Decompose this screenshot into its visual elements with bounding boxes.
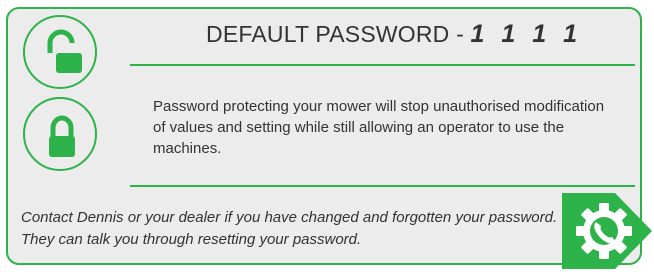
divider-bottom bbox=[130, 185, 635, 187]
phone-gear-icon bbox=[559, 191, 654, 271]
contact-text: Contact Dennis or your dealer if you hav… bbox=[21, 209, 558, 248]
divider-top bbox=[130, 64, 635, 66]
default-password-code: 1 1 1 1 bbox=[470, 20, 582, 48]
unlocked-padlock-icon bbox=[23, 15, 97, 89]
page-title: DEFAULT PASSWORD - 1 1 1 1 bbox=[147, 16, 641, 52]
description-text: Password protecting your mower will stop… bbox=[153, 98, 605, 157]
title-text: DEFAULT PASSWORD - bbox=[206, 21, 471, 47]
locked-padlock-icon bbox=[23, 97, 97, 171]
